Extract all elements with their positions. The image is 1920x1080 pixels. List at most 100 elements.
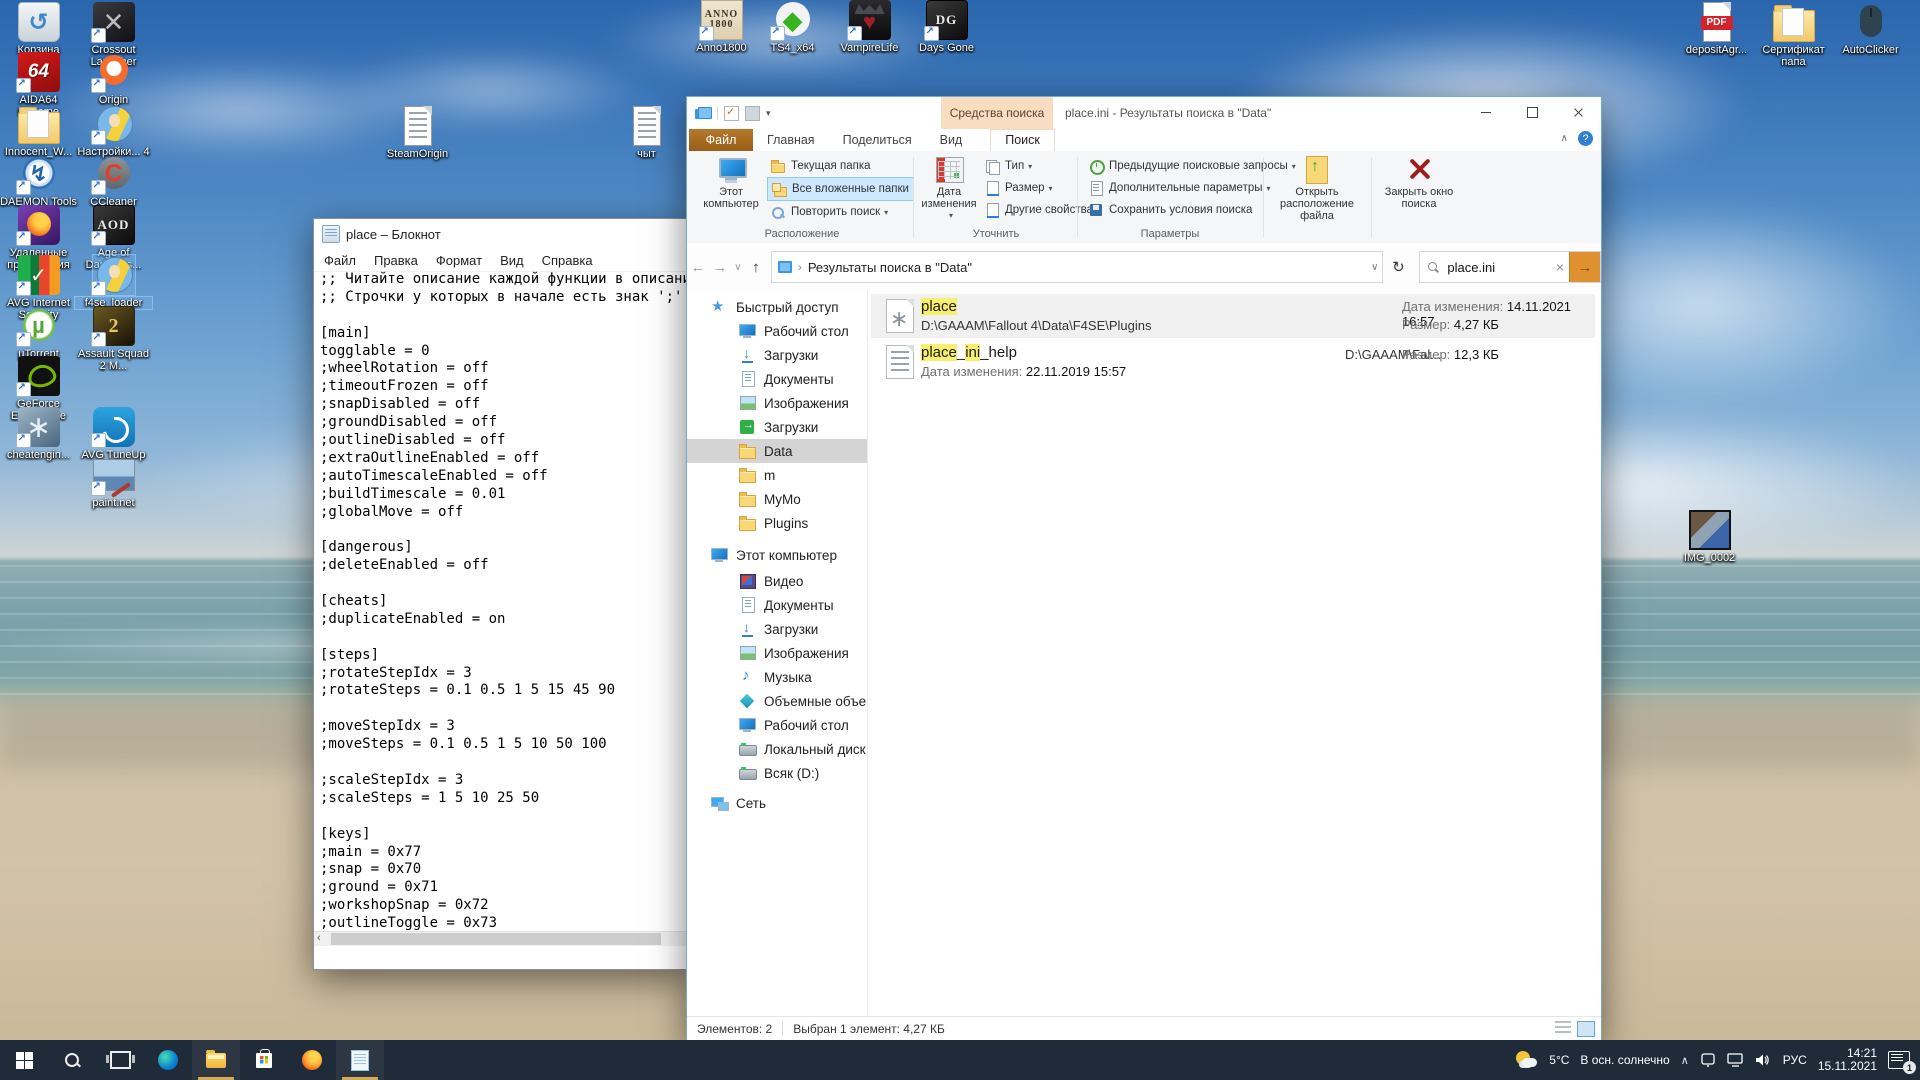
scrollbar-thumb[interactable]: [331, 933, 661, 945]
close-search-button[interactable]: Закрыть окно поиска: [1377, 153, 1461, 225]
details-view-icon[interactable]: [1555, 1021, 1571, 1035]
nav-item-объемные-объекты[interactable]: Объемные объекты: [687, 689, 868, 713]
tab-home[interactable]: Главная: [753, 129, 829, 151]
nav-item-mymo[interactable]: MyMo: [687, 487, 868, 511]
qat-newfolder-icon[interactable]: [745, 106, 760, 121]
all-subfolders-button[interactable]: Все вложенные папки: [767, 177, 914, 201]
help-icon[interactable]: ?: [1578, 131, 1593, 146]
desktop-icon-chyt[interactable]: чыт: [608, 106, 685, 160]
search-go-button[interactable]: →: [1569, 252, 1600, 282]
nav-item-этот-компьютер[interactable]: Этот компьютер: [687, 543, 868, 567]
search-input-value[interactable]: place.ini: [1447, 260, 1495, 275]
nav-item-m[interactable]: m: [687, 463, 868, 487]
network-icon[interactable]: [1727, 1053, 1744, 1067]
back-button[interactable]: ←: [687, 259, 709, 276]
qat-properties-icon[interactable]: [724, 106, 739, 121]
nav-item-изображения[interactable]: Изображения: [687, 391, 868, 415]
menu-file[interactable]: Файл: [324, 253, 356, 268]
qat-customize-caret-icon[interactable]: ▾: [766, 108, 771, 119]
minimize-button[interactable]: [1463, 97, 1509, 128]
desktop-icon-utorrent[interactable]: µµTorrent: [0, 306, 77, 360]
nav-item-видео[interactable]: Видео: [687, 569, 868, 593]
taskbar-store[interactable]: [240, 1040, 288, 1080]
nav-item-сеть[interactable]: Сеть: [687, 791, 868, 815]
desktop-icon-nastroyki-4[interactable]: Настройки... 4: [75, 104, 152, 158]
clock[interactable]: 14:21 15.11.2021: [1818, 1047, 1877, 1073]
desktop-icon-assault-squad-2[interactable]: 2Assault Squad 2 M...: [75, 306, 152, 372]
current-folder-button[interactable]: Текущая папка: [767, 155, 914, 177]
tab-view[interactable]: Вид: [926, 129, 977, 151]
desktop-icon-vampirelife[interactable]: VampireLife: [831, 0, 908, 54]
nav-item-загрузки[interactable]: Загрузки: [687, 617, 868, 641]
thumbnails-view-icon[interactable]: [1577, 1021, 1595, 1037]
start-button[interactable]: [0, 1040, 48, 1080]
tab-search[interactable]: Поиск: [990, 129, 1055, 151]
desktop-icon-days-gone[interactable]: DGDays Gone: [908, 0, 985, 54]
nav-item-документы[interactable]: Документы: [687, 593, 868, 617]
refresh-button[interactable]: ↻: [1383, 252, 1413, 282]
address-dropdown-icon[interactable]: ∨: [1371, 262, 1378, 273]
explorer-titlebar[interactable]: ▾ Средства поиска place.ini - Результаты…: [687, 97, 1601, 129]
nav-item-загрузки[interactable]: Загрузки: [687, 415, 868, 439]
language-indicator[interactable]: РУС: [1783, 1053, 1807, 1067]
tray-weather-text[interactable]: В осн. солнечно: [1580, 1053, 1669, 1067]
desktop-icon-cheatengine[interactable]: cheatengin...: [0, 407, 77, 461]
desktop-icon-sertifikat-papa[interactable]: Сертификат папа: [1755, 2, 1832, 68]
taskbar-explorer[interactable]: [192, 1040, 240, 1080]
desktop-icon-paint-net[interactable]: paint.net: [75, 455, 152, 509]
nav-item-загрузки[interactable]: Загрузки: [687, 343, 868, 367]
nav-item-локальный-диск-c-[interactable]: Локальный диск (C:): [687, 737, 868, 761]
maximize-button[interactable]: [1509, 97, 1555, 128]
desktop-icon-avg-tuneup[interactable]: AVG TuneUp: [75, 407, 152, 461]
desktop-icon-f4se-loader[interactable]: f4se_loader: [75, 255, 152, 309]
nav-item-plugins[interactable]: Plugins: [687, 511, 868, 535]
volume-icon[interactable]: [1755, 1053, 1772, 1067]
this-computer-button[interactable]: Этот компьютер: [701, 153, 761, 225]
notepad-titlebar[interactable]: place – Блокнот: [314, 219, 691, 249]
notepad-horizontal-scrollbar[interactable]: ‹: [314, 931, 691, 946]
breadcrumb[interactable]: Результаты поиска в "Data": [808, 260, 972, 275]
close-button[interactable]: [1555, 97, 1601, 128]
date-modified-button[interactable]: Дата изменения: [919, 153, 979, 225]
up-button[interactable]: ↑: [745, 259, 767, 276]
desktop-icon-steamorigin[interactable]: SteamOrigin: [379, 106, 456, 160]
nav-item-рабочий-стол[interactable]: Рабочий стол: [687, 319, 868, 343]
open-file-location-button[interactable]: Открыть расположение файла: [1267, 153, 1367, 225]
search-again-button[interactable]: Повторить поиск: [767, 201, 914, 223]
nav-item-всяк-d-[interactable]: Всяк (D:): [687, 761, 868, 785]
weather-icon[interactable]: [1516, 1051, 1538, 1069]
scroll-left-arrow-icon[interactable]: ‹: [317, 932, 321, 944]
nav-item-документы[interactable]: Документы: [687, 367, 868, 391]
menu-view[interactable]: Вид: [500, 253, 524, 268]
file-row-place-ini-help[interactable]: place_ini_help Дата изменения: 22.11.201…: [871, 340, 1595, 384]
desktop-icon-innocent-folder[interactable]: Innocent_W...: [0, 104, 77, 158]
taskbar-firefox[interactable]: [288, 1040, 336, 1080]
search-box[interactable]: place.ini × →: [1419, 251, 1601, 283]
nav-item-изображения[interactable]: Изображения: [687, 641, 868, 665]
task-view-button[interactable]: [96, 1040, 144, 1080]
hidden-icons-chevron[interactable]: ∧: [1681, 1054, 1689, 1067]
nav-item-музыка[interactable]: Музыка: [687, 665, 868, 689]
forward-button[interactable]: →: [709, 259, 731, 276]
taskbar-notepad[interactable]: [336, 1040, 384, 1080]
nav-item-рабочий-стол[interactable]: Рабочий стол: [687, 713, 868, 737]
notification-center-icon[interactable]: 1: [1888, 1051, 1910, 1069]
recent-locations-caret[interactable]: ∨: [731, 262, 745, 273]
desktop-icon-deposit-pdf[interactable]: PDFdepositAgr...: [1678, 2, 1755, 56]
menu-format[interactable]: Формат: [436, 253, 482, 268]
desktop-icon-anno-1800[interactable]: ANNO 1800Anno1800: [683, 0, 760, 54]
taskbar-edge[interactable]: [144, 1040, 192, 1080]
desktop-icon-ccleaner[interactable]: CCleaner: [75, 154, 152, 208]
file-row-place[interactable]: place D:\GAAAM\Fallout 4\Data\F4SE\Plugi…: [871, 294, 1595, 338]
taskbar-search-button[interactable]: [48, 1040, 96, 1080]
clear-search-icon[interactable]: ×: [1556, 259, 1564, 275]
screen-cast-icon[interactable]: [1700, 1053, 1716, 1067]
tab-share[interactable]: Поделиться: [829, 129, 926, 151]
notepad-text-area[interactable]: ;; Читайте описание каждой функции в опи…: [314, 271, 691, 933]
desktop-icon-ts4-x64[interactable]: TS4_x64: [754, 0, 831, 54]
tab-file[interactable]: Файл: [689, 129, 753, 151]
desktop-icon-img-0002[interactable]: IMG_0002: [1671, 510, 1748, 564]
ribbon-collapse-icon[interactable]: ∧: [1561, 133, 1568, 144]
desktop-icon-origin[interactable]: Origin: [75, 52, 152, 106]
tray-temperature[interactable]: 5°C: [1549, 1053, 1569, 1067]
